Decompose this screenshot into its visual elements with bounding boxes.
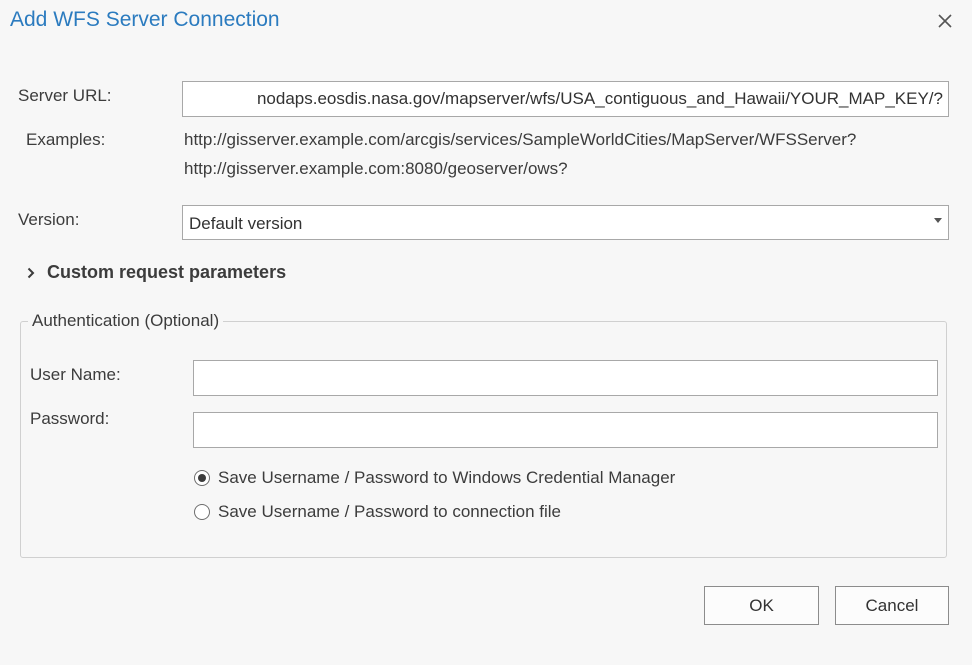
wfs-connection-dialog: Add WFS Server Connection Server URL: no… — [0, 0, 972, 665]
ok-button[interactable]: OK — [704, 586, 819, 625]
example-url-1: http://gisserver.example.com/arcgis/serv… — [184, 130, 857, 149]
password-input[interactable] — [193, 412, 938, 448]
chevron-down-icon — [934, 218, 942, 223]
password-label: Password: — [30, 409, 110, 428]
server-url-value: nodaps.eosdis.nasa.gov/mapserver/wfs/USA… — [256, 89, 943, 108]
radio-button-unchecked[interactable] — [194, 504, 210, 520]
version-selected-value: Default version — [189, 214, 303, 233]
examples-label: Examples: — [26, 130, 106, 149]
example-url-2: http://gisserver.example.com:8080/geoser… — [184, 159, 568, 178]
cancel-button[interactable]: Cancel — [835, 586, 949, 625]
server-url-label: Server URL: — [18, 86, 112, 105]
server-url-input[interactable]: nodaps.eosdis.nasa.gov/mapserver/wfs/USA… — [182, 81, 949, 117]
dialog-title: Add WFS Server Connection — [10, 8, 280, 31]
version-label: Version: — [18, 210, 80, 229]
save-to-credential-manager-option[interactable]: Save Username / Password to Windows Cred… — [194, 468, 675, 488]
username-label: User Name: — [30, 365, 121, 384]
authentication-legend: Authentication (Optional) — [28, 311, 224, 331]
save-to-connection-file-option[interactable]: Save Username / Password to connection f… — [194, 502, 561, 522]
custom-request-parameters-label: Custom request parameters — [47, 262, 287, 282]
username-input[interactable] — [193, 360, 938, 396]
save-to-connection-file-label: Save Username / Password to connection f… — [218, 502, 562, 521]
version-select[interactable]: Default version — [182, 205, 949, 240]
chevron-right-icon — [27, 267, 35, 278]
save-to-credential-manager-label: Save Username / Password to Windows Cred… — [218, 468, 676, 487]
close-button[interactable] — [928, 6, 962, 36]
close-icon — [938, 14, 952, 28]
custom-request-parameters-expander[interactable]: Custom request parameters — [27, 262, 286, 283]
radio-button-checked[interactable] — [194, 470, 210, 486]
